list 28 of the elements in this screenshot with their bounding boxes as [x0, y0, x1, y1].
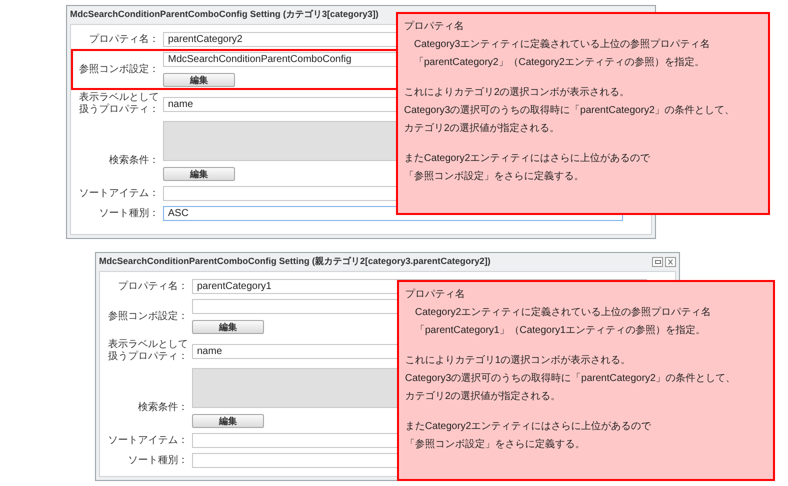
- note-text: これによりカテゴリ1の選択コンボが表示される。: [405, 354, 632, 368]
- field-label: 扱うプロパティ：: [108, 351, 188, 363]
- field-label: ソート種別：: [99, 208, 159, 220]
- note-text: 「参照コンボ設定」をさらに定義する。: [405, 438, 586, 452]
- field-label: 参照コンボ設定：: [108, 310, 188, 322]
- field-label: 表示ラベルとして: [108, 339, 188, 350]
- field-label: 参照コンボ設定：: [79, 64, 159, 76]
- note-text: またCategory2エンティティにはさらに上位があるので: [404, 152, 652, 166]
- field-label: 表示ラベルとして: [79, 92, 159, 104]
- field-label: 検索条件：: [138, 402, 188, 414]
- note-text: プロパティ名: [405, 288, 466, 302]
- window-title: MdcSearchConditionParentComboConfig Setting (カテゴリ3[category3]): [70, 8, 379, 22]
- note-text: Category2エンティティに定義されている上位の参照プロパティ名: [414, 306, 712, 320]
- note-text: カテゴリ2の選択値が指定される。: [405, 390, 562, 404]
- field-label: 扱うプロパティ：: [79, 104, 159, 116]
- note-text: カテゴリ2の選択値が指定される。: [404, 122, 561, 136]
- field-label: プロパティ名：: [118, 280, 188, 292]
- field-label: ソートアイテム：: [108, 434, 188, 446]
- field-label: 検索条件：: [109, 155, 159, 167]
- field-label: プロパティ名：: [89, 34, 159, 46]
- note-text: 「parentCategory1」（Category1エンティティの参照）を指定。: [414, 324, 707, 338]
- note-text: 「参照コンボ設定」をさらに定義する。: [404, 170, 585, 184]
- note-text: プロパティ名: [404, 20, 465, 34]
- field-label: ソート種別：: [128, 454, 188, 466]
- note-text: Category3の選択可のうちの取得時に「parentCategory2」の条件として、: [405, 372, 737, 386]
- window-title: MdcSearchConditionParentComboConfig Setting (親カテゴリ2[category3.parentCategory2]): [99, 255, 491, 268]
- field-label: ソートアイテム：: [79, 188, 159, 200]
- note-text: またCategory2エンティティにはさらに上位があるので: [405, 420, 652, 434]
